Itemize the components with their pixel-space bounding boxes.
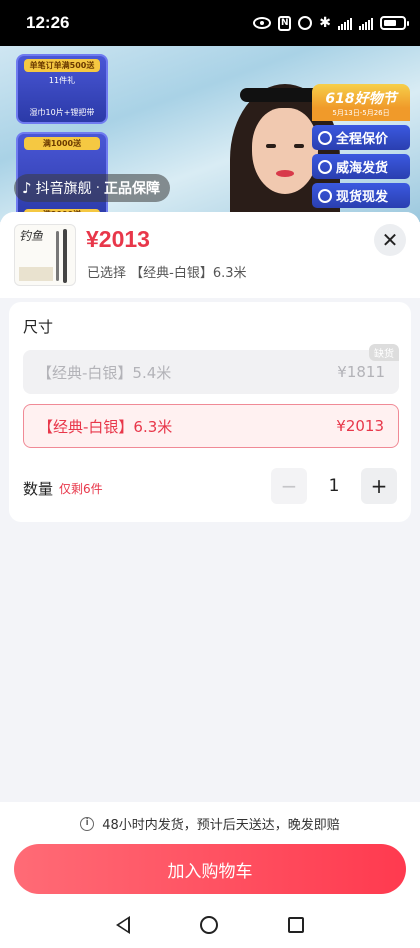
- quantity-value[interactable]: 1: [307, 468, 361, 504]
- promo-card-500-badge: 11件礼: [48, 76, 76, 85]
- stock-remaining-note: 仅剩6件: [59, 482, 103, 496]
- product-price: ¥2013: [86, 226, 150, 252]
- side-item-price-protect: 全程保价: [312, 125, 410, 150]
- fishing-rod-image-2: [56, 231, 59, 281]
- shield-icon: [318, 130, 332, 145]
- spec-option-6-3m[interactable]: 【经典-白银】6.3米 ¥2013: [23, 404, 399, 448]
- spec-card: 尺寸 【经典-白银】5.4米 ¥1811 缺货 【经典-白银】6.3米 ¥201…: [9, 302, 411, 522]
- location-pin-icon: [318, 159, 332, 174]
- close-button[interactable]: ✕: [374, 224, 406, 256]
- festival-side-panel[interactable]: 618好物节 5月13日-5月26日 全程保价 威海发货 现货现发: [312, 84, 410, 208]
- battery-icon: [380, 16, 409, 30]
- sku-selection-sheet: 钓鱼 ¥2013 已选择 【经典-白银】6.3米 ✕ 尺寸 【经典-白银】5.4…: [0, 212, 420, 802]
- selected-spec: 已选择 【经典-白银】6.3米: [87, 262, 247, 281]
- promo-card-500-title: 单笔订单满500送: [24, 59, 100, 72]
- out-of-stock-badge: 缺货: [369, 344, 399, 361]
- info-icon: i: [80, 816, 95, 831]
- brand-separator: ·: [95, 180, 101, 196]
- shipping-note-text: 48小时内发货，预计后天送达，晚发即赔: [102, 818, 340, 833]
- thumbnail-calligraphy: 钓鱼: [19, 229, 44, 243]
- nav-recents-icon[interactable]: [288, 917, 304, 933]
- system-nav-bar: [0, 902, 420, 948]
- nfc-icon: N: [278, 15, 292, 31]
- promo-card-500[interactable]: 单笔订单满500送 11件礼 湿巾10片+锂把带: [16, 54, 108, 124]
- side-item-in-stock: 现货现发: [312, 183, 410, 208]
- festival-dates: 5月13日-5月26日: [312, 108, 410, 121]
- promo-card-500-gift: 湿巾10片+锂把带: [29, 108, 95, 117]
- side-item-label: 现货现发: [336, 190, 389, 205]
- eye-comfort-icon: [253, 17, 272, 29]
- alarm-icon: [298, 16, 313, 30]
- live-video-banner[interactable]: 单笔订单满500送 11件礼 湿巾10片+锂把带 满1000送 满2000送 6…: [0, 46, 420, 222]
- brand-name: 抖音旗舰: [35, 181, 92, 197]
- close-icon: ✕: [381, 228, 399, 252]
- spec-option-label: 【经典-白银】5.4米: [37, 363, 172, 382]
- product-thumbnail[interactable]: 钓鱼: [14, 224, 76, 286]
- nav-back-icon[interactable]: [116, 916, 130, 934]
- minus-icon: −: [280, 474, 298, 498]
- promo-card-1000-title: 满1000送: [24, 137, 100, 150]
- selected-label: 已选择: [87, 266, 127, 281]
- plus-icon: +: [370, 474, 388, 498]
- selected-value: 【经典-白银】6.3米: [130, 266, 247, 281]
- signal-icon-2: [359, 16, 373, 30]
- quantity-decrease-button[interactable]: −: [271, 468, 307, 504]
- status-bar: 12:26 N ✱: [0, 0, 420, 46]
- spec-option-price: ¥2013: [336, 417, 384, 435]
- side-item-label: 全程保价: [336, 132, 389, 147]
- product-header: 钓鱼 ¥2013 已选择 【经典-白银】6.3米 ✕: [0, 212, 420, 298]
- streamer-eye-right: [294, 144, 304, 148]
- product-box-image: [19, 267, 53, 281]
- festival-title: 618好物节: [312, 84, 410, 108]
- nav-home-icon[interactable]: [200, 916, 218, 934]
- spec-title: 尺寸: [23, 318, 54, 336]
- brand-flagship-tag[interactable]: ♪ 抖音旗舰 · 正品保障: [14, 174, 171, 202]
- bluetooth-icon: ✱: [319, 15, 331, 31]
- fishing-rod-image: [63, 229, 67, 283]
- status-time: 12:26: [26, 13, 70, 32]
- spec-option-label: 【经典-白银】6.3米: [38, 417, 173, 436]
- footer-bar: i 48小时内发货，预计后天送达，晚发即赔 加入购物车: [0, 802, 420, 948]
- shipping-note: i 48小时内发货，预计后天送达，晚发即赔: [0, 814, 420, 833]
- signal-icon-1: [338, 16, 352, 30]
- douyin-logo-icon: ♪: [22, 179, 32, 197]
- side-item-label: 威海发货: [336, 161, 389, 176]
- streamer-lips: [276, 170, 294, 177]
- side-item-ship-origin: 威海发货: [312, 154, 410, 179]
- spec-option-price: ¥1811: [337, 363, 385, 381]
- streamer-eye-left: [266, 144, 276, 148]
- add-to-cart-button[interactable]: 加入购物车: [14, 844, 406, 894]
- truck-icon: [318, 188, 332, 203]
- streamer-face: [252, 108, 318, 194]
- brand-guarantee: 正品保障: [104, 181, 161, 197]
- quantity-label: 数量: [23, 480, 54, 498]
- quantity-increase-button[interactable]: +: [361, 468, 397, 504]
- status-icons: N ✱: [253, 15, 409, 31]
- spec-option-5-4m[interactable]: 【经典-白银】5.4米 ¥1811 缺货: [23, 344, 399, 394]
